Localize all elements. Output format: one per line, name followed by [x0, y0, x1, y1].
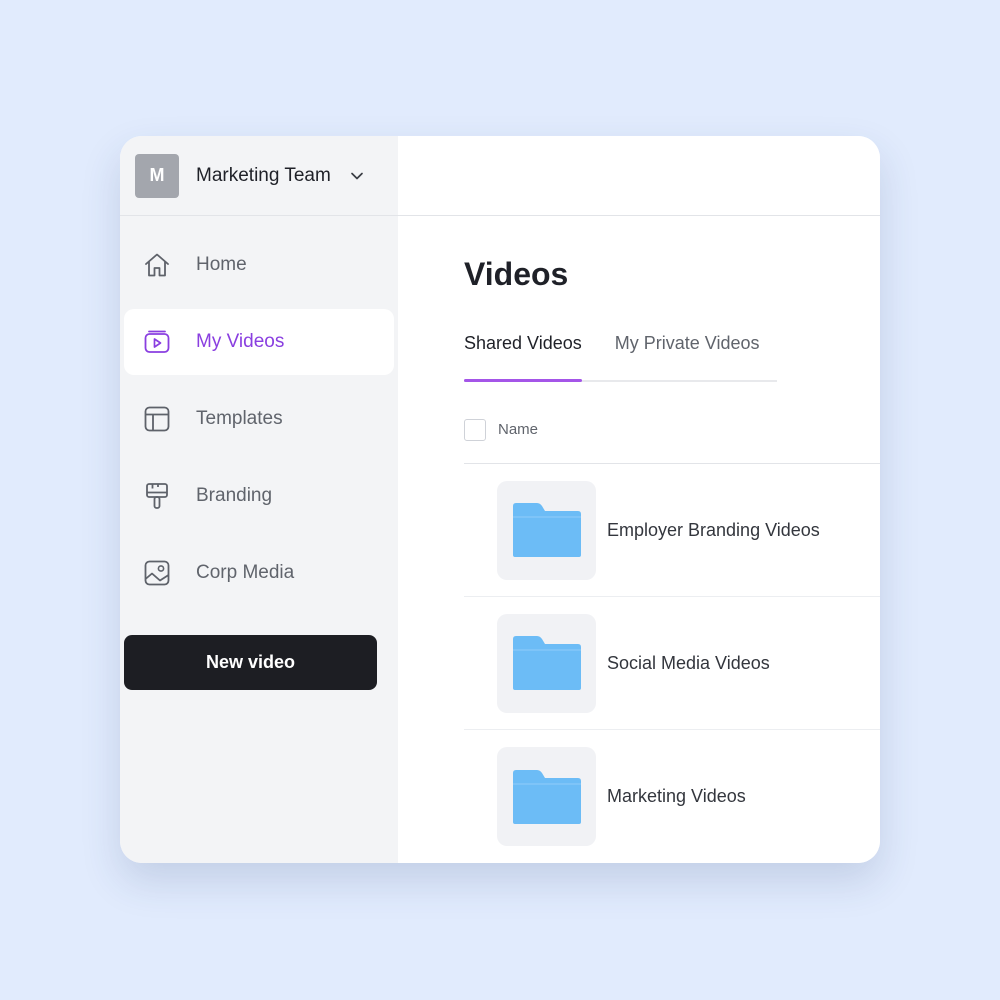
sidebar-item-label: Templates	[196, 408, 283, 429]
folder-thumbnail	[497, 613, 596, 713]
folder-name: Social Media Videos	[607, 652, 770, 673]
sidebar-item-branding[interactable]: Branding	[124, 463, 394, 529]
list-item[interactable]: Marketing Videos	[464, 730, 880, 863]
sidebar-item-corp-media[interactable]: Corp Media	[124, 540, 394, 606]
folder-name: Marketing Videos	[607, 786, 746, 806]
sidebar-item-my-videos[interactable]: My Videos	[124, 309, 394, 375]
new-video-button[interactable]: New video	[124, 635, 377, 690]
folder-thumbnail	[497, 747, 596, 846]
sidebar-item-label: Home	[196, 254, 247, 275]
select-all-checkbox[interactable]	[464, 419, 486, 441]
list-header: Name	[464, 419, 880, 464]
chevron-down-icon[interactable]	[349, 168, 365, 184]
image-icon	[142, 558, 172, 588]
sidebar-item-templates[interactable]: Templates	[124, 386, 394, 452]
sidebar-item-label: Branding	[196, 485, 273, 506]
tab-shared-videos[interactable]: Shared Videos	[464, 326, 582, 382]
page-title: Videos	[464, 256, 569, 292]
video-tabs: Shared Videos My Private Videos	[464, 326, 777, 382]
folder-thumbnail	[497, 480, 596, 580]
folder-list: Employer Branding Videos Social Media Vi…	[464, 464, 880, 863]
team-avatar: M	[135, 153, 179, 198]
app-window: M Marketing Team Home My Videos Template…	[120, 136, 880, 863]
top-bar	[398, 136, 880, 216]
sidebar-item-label: My Videos	[196, 331, 285, 352]
column-header-name[interactable]: Name	[498, 419, 538, 441]
sidebar-nav: Home My Videos Templates Branding Corp M…	[120, 216, 398, 606]
list-item[interactable]: Employer Branding Videos	[464, 464, 880, 597]
sidebar-item-label: Corp Media	[196, 562, 295, 583]
home-icon	[142, 250, 172, 280]
folder-icon	[512, 636, 581, 690]
sidebar: M Marketing Team Home My Videos Template…	[120, 136, 398, 863]
paint-brush-icon	[142, 481, 172, 511]
team-switcher[interactable]: M Marketing Team	[120, 136, 398, 216]
team-name: Marketing Team	[196, 164, 331, 186]
layout-icon	[142, 404, 172, 434]
sidebar-item-home[interactable]: Home	[124, 232, 394, 298]
main-content: Videos Shared Videos My Private Videos N…	[398, 136, 880, 863]
tab-my-private-videos[interactable]: My Private Videos	[615, 326, 760, 380]
folder-name: Employer Branding Videos	[607, 519, 820, 540]
list-item[interactable]: Social Media Videos	[464, 597, 880, 730]
video-play-icon	[142, 327, 172, 357]
folder-icon	[512, 503, 581, 557]
folder-icon	[512, 769, 581, 824]
